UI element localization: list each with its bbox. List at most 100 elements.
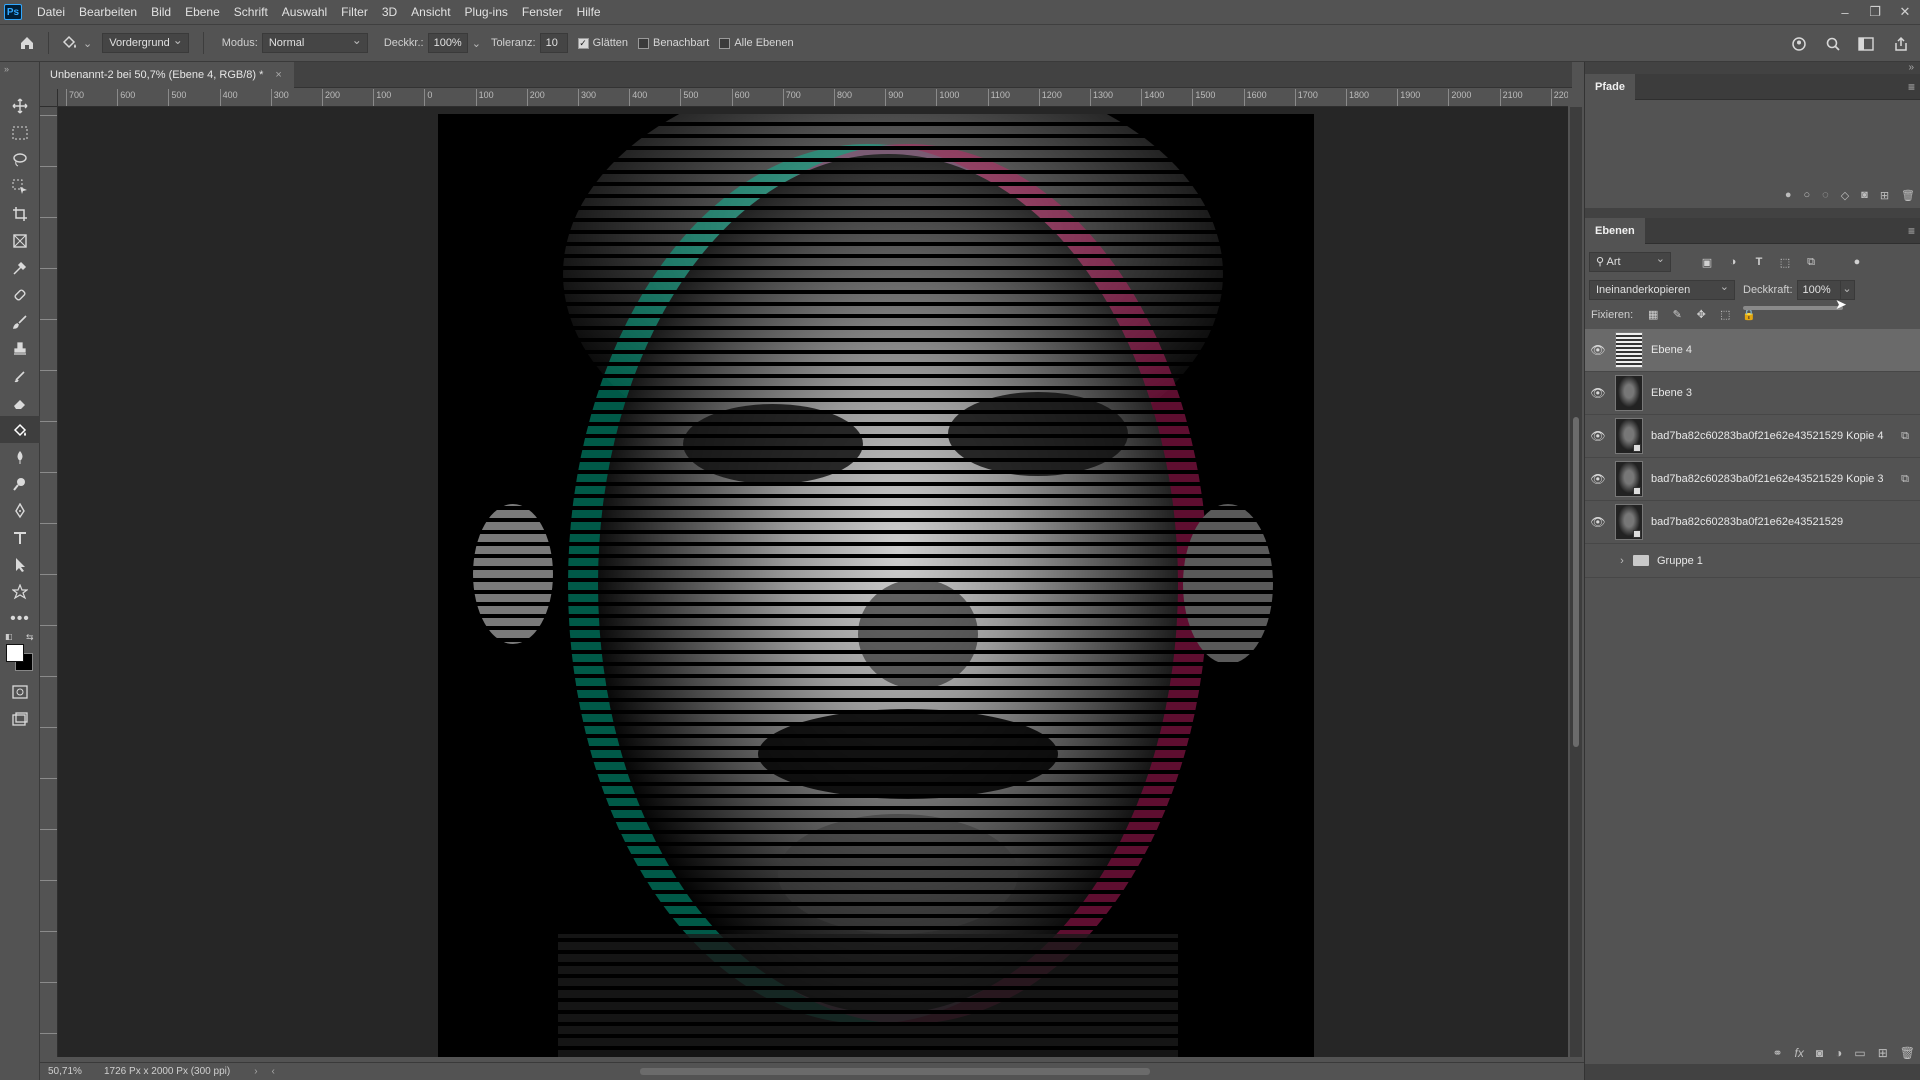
tolerance-input[interactable]: 10	[539, 33, 568, 53]
home-icon[interactable]	[14, 30, 40, 56]
new-path-icon[interactable]: ⊞	[1880, 189, 1889, 202]
paths-menu-icon[interactable]: ≡	[1908, 80, 1915, 94]
dock-collapse-icon[interactable]: »	[1908, 62, 1914, 73]
lasso-tool-icon[interactable]	[0, 146, 40, 173]
add-mask-icon[interactable]: ◙	[1861, 189, 1868, 202]
adjustment-layer-icon[interactable]: ◑	[1835, 1046, 1842, 1060]
menu-auswahl[interactable]: Auswahl	[275, 0, 334, 24]
layer-row[interactable]: 👁 Ebene 3	[1585, 372, 1920, 415]
type-tool-icon[interactable]	[0, 524, 40, 551]
delete-path-icon[interactable]: 🗑	[1901, 189, 1915, 202]
menu-filter[interactable]: Filter	[334, 0, 375, 24]
vertical-scroll-thumb[interactable]	[1573, 417, 1579, 747]
screen-mode-icon[interactable]	[0, 705, 40, 732]
expand-chevron-icon[interactable]: ›	[1615, 555, 1629, 567]
load-selection-icon[interactable]: ◌	[1822, 189, 1829, 202]
move-tool-icon[interactable]	[0, 92, 40, 119]
filter-toggle-icon[interactable]: ●	[1849, 256, 1865, 268]
menu-plug-ins[interactable]: Plug-ins	[458, 0, 515, 24]
filter-pixel-icon[interactable]: ▣	[1699, 256, 1715, 269]
clone-stamp-tool-icon[interactable]	[0, 335, 40, 362]
lock-artboard-icon[interactable]: ⬚	[1717, 308, 1733, 321]
filter-type-icon[interactable]: T	[1751, 256, 1767, 268]
healing-brush-tool-icon[interactable]	[0, 281, 40, 308]
layer-row[interactable]: 👁 bad7ba82c60283ba0f21e62e43521529 Kopie …	[1585, 458, 1920, 501]
brush-tool-icon[interactable]	[0, 308, 40, 335]
pen-tool-icon[interactable]	[0, 497, 40, 524]
eyedropper-tool-icon[interactable]	[0, 254, 40, 281]
close-icon[interactable]: ✕	[1890, 0, 1920, 24]
restore-icon[interactable]: ❐	[1860, 0, 1890, 24]
antialias-checkbox[interactable]: ✓ Glätten	[577, 37, 628, 49]
menu-bearbeiten[interactable]: Bearbeiten	[72, 0, 144, 24]
tool-preset-chevron-icon[interactable]: ⌄	[83, 37, 92, 50]
menu-hilfe[interactable]: Hilfe	[570, 0, 608, 24]
search-icon[interactable]	[1820, 31, 1846, 57]
paint-bucket-tool-icon[interactable]	[0, 416, 40, 443]
layer-style-icon[interactable]: fx	[1795, 1046, 1804, 1060]
vertical-scrollbar[interactable]	[1570, 107, 1582, 1057]
link-layers-icon[interactable]: ⚭	[1772, 1046, 1782, 1060]
status-chevron-icon[interactable]: ›	[254, 1066, 257, 1077]
eye-icon[interactable]: 👁	[1585, 343, 1611, 357]
swap-colors-icon[interactable]: ⇆	[26, 632, 34, 643]
eye-icon[interactable]: 👁	[1585, 472, 1611, 486]
toolbar-collapse-icon[interactable]: »	[0, 62, 39, 92]
eye-icon[interactable]: 👁	[1585, 515, 1611, 529]
eraser-tool-icon[interactable]	[0, 389, 40, 416]
filter-adjustment-icon[interactable]: ◑	[1725, 256, 1741, 268]
stroke-path-icon[interactable]: ○	[1803, 189, 1810, 202]
paths-tab[interactable]: Pfade	[1585, 74, 1635, 100]
layer-opacity-slider[interactable]	[1743, 306, 1843, 310]
paint-bucket-icon[interactable]	[57, 30, 83, 56]
filter-shape-icon[interactable]: ⬚	[1777, 256, 1793, 269]
workspace-icon[interactable]	[1854, 31, 1880, 57]
history-brush-tool-icon[interactable]	[0, 362, 40, 389]
minimize-icon[interactable]: –	[1830, 0, 1860, 24]
fill-source-dropdown[interactable]: Vordergrund	[102, 31, 189, 53]
opacity-input[interactable]: 100%	[427, 33, 468, 53]
menu-bild[interactable]: Bild	[144, 0, 178, 24]
path-selection-tool-icon[interactable]	[0, 551, 40, 578]
layer-filter-dropdown[interactable]: ⚲ Art	[1589, 250, 1671, 272]
more-tools-icon[interactable]: •••	[0, 605, 40, 632]
marquee-tool-icon[interactable]	[0, 119, 40, 146]
contiguous-checkbox[interactable]: Benachbart	[638, 37, 709, 49]
dodge-tool-icon[interactable]	[0, 470, 40, 497]
opacity-chevron-icon[interactable]: ⌄	[472, 37, 481, 50]
layers-tab[interactable]: Ebenen	[1585, 218, 1645, 244]
layer-group-row[interactable]: 👁 › Gruppe 1	[1585, 544, 1920, 578]
new-group-icon[interactable]: ▭	[1854, 1046, 1865, 1060]
layer-row[interactable]: 👁 bad7ba82c60283ba0f21e62e43521529 Kopie …	[1585, 415, 1920, 458]
document-info[interactable]: 1726 Px x 2000 Px (300 ppi)	[92, 1066, 230, 1077]
blur-tool-icon[interactable]	[0, 443, 40, 470]
menu-3d[interactable]: 3D	[375, 0, 404, 24]
menu-ebene[interactable]: Ebene	[178, 0, 227, 24]
frame-tool-icon[interactable]	[0, 227, 40, 254]
horizontal-ruler[interactable]: 700 600 500 400 300 200 100 0 100 200 300 400 500 600…	[58, 89, 1568, 107]
layers-menu-icon[interactable]: ≡	[1908, 224, 1915, 238]
layer-row[interactable]: 👁 bad7ba82c60283ba0f21e62e43521529	[1585, 501, 1920, 544]
lock-transparency-icon[interactable]: ▦	[1645, 308, 1661, 321]
delete-layer-icon[interactable]: 🗑	[1900, 1046, 1915, 1060]
menu-schrift[interactable]: Schrift	[227, 0, 275, 24]
horizontal-scroll-thumb[interactable]	[640, 1068, 1150, 1075]
menu-ansicht[interactable]: Ansicht	[404, 0, 457, 24]
lock-pixels-icon[interactable]: ✎	[1669, 308, 1685, 321]
menu-datei[interactable]: Datei	[30, 0, 72, 24]
layer-row[interactable]: 👁 Ebene 4	[1585, 329, 1920, 372]
share-person-icon[interactable]	[1786, 31, 1812, 57]
eye-icon[interactable]: 👁	[1585, 429, 1611, 443]
eye-icon[interactable]: 👁	[1585, 554, 1611, 568]
mode-dropdown[interactable]: Normal	[261, 31, 368, 53]
all-layers-checkbox[interactable]: Alle Ebenen	[719, 37, 794, 49]
shape-tool-icon[interactable]	[0, 578, 40, 605]
quick-mask-icon[interactable]	[0, 678, 40, 705]
close-icon[interactable]: ×	[275, 62, 281, 88]
eye-icon[interactable]: 👁	[1585, 386, 1611, 400]
object-selection-tool-icon[interactable]	[0, 173, 40, 200]
scroll-left-icon[interactable]: ‹	[272, 1066, 275, 1077]
default-colors-icon[interactable]: ◧	[5, 632, 13, 641]
add-mask-icon[interactable]: ◙	[1816, 1046, 1823, 1060]
document-tab[interactable]: Unbenannt-2 bei 50,7% (Ebene 4, RGB/8) *…	[40, 62, 294, 88]
